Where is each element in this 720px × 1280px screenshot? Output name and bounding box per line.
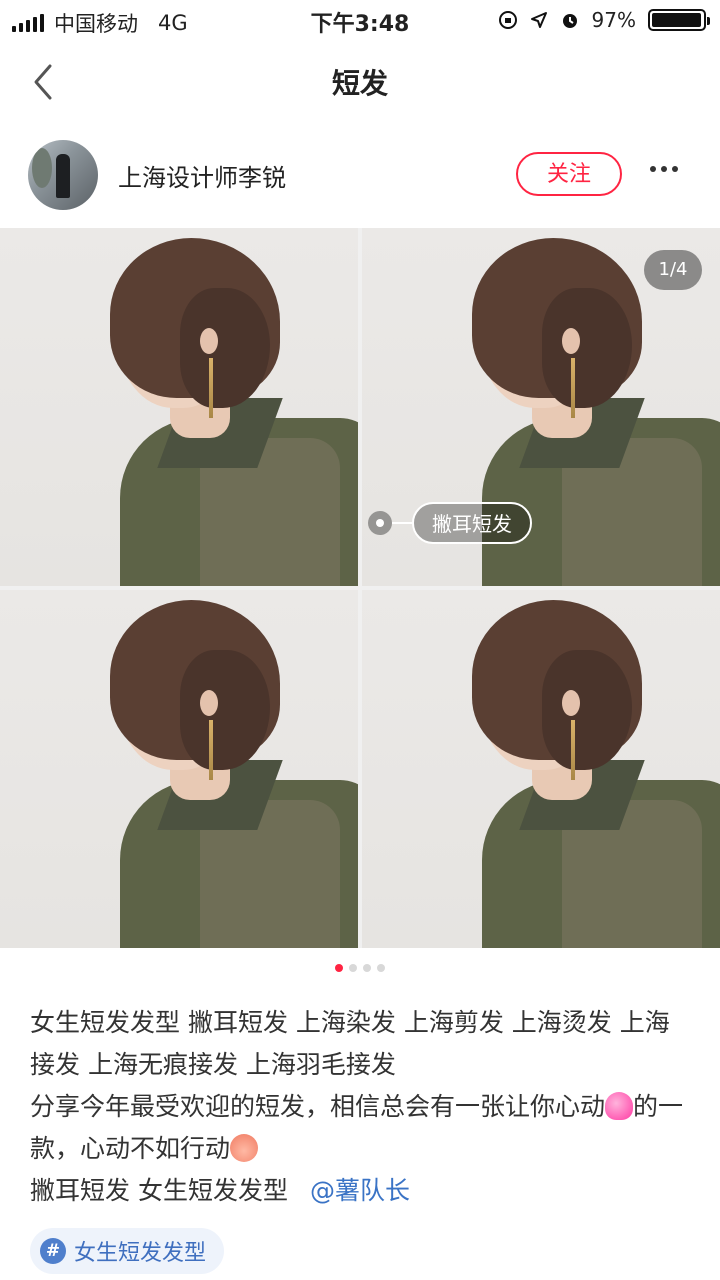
hashtag-line: 女生短发发型 撇耳短发 上海染发 上海剪发 上海烫发 上海接发 上海无痕接发 上…: [30, 1008, 670, 1079]
author-row: 上海设计师李锐 关注: [0, 124, 720, 228]
heart-emoji-icon: [605, 1092, 634, 1120]
nav-bar: 短发: [0, 40, 720, 125]
description-line: 分享今年最受欢迎的短发，相信总会有一张让你心动 的一款，心动不如行动: [30, 1092, 684, 1163]
rotation-lock-icon: [498, 11, 517, 29]
hashtag-icon: #: [40, 1238, 66, 1264]
tag-dot-icon: [368, 511, 392, 535]
page-dot: [363, 964, 371, 972]
alarm-icon: [562, 14, 577, 28]
photo-tile: [362, 590, 720, 948]
tag-label: 撇耳短发: [412, 502, 532, 544]
battery-percent: 97%: [591, 8, 636, 32]
avatar[interactable]: [28, 140, 98, 210]
topic-chip[interactable]: # 女生短发发型: [30, 1228, 225, 1274]
image-tag[interactable]: 撇耳短发: [368, 500, 532, 546]
photo-tile: [0, 228, 358, 586]
page-dot: [335, 964, 343, 972]
photo-gallery[interactable]: [0, 228, 720, 948]
photo-tile: [0, 590, 358, 948]
tags-line: 撇耳短发 女生短发发型 @薯队长: [30, 1176, 410, 1205]
location-icon: [530, 12, 547, 28]
page-title: 短发: [331, 67, 388, 100]
battery-icon: [648, 9, 710, 31]
page-dot: [377, 964, 385, 972]
note-content: 女生短发发型 撇耳短发 上海染发 上海剪发 上海烫发 上海接发 上海无痕接发 上…: [30, 1002, 690, 1212]
follow-button[interactable]: 关注: [516, 152, 622, 196]
blush-emoji-icon: [230, 1134, 259, 1162]
page-indicator: [0, 964, 720, 972]
status-right: 97%: [498, 8, 710, 32]
status-bar: 中国移动 4G 下午3:48 97%: [0, 0, 720, 40]
mention-link[interactable]: @薯队长: [310, 1176, 410, 1205]
page-dot: [349, 964, 357, 972]
author-name[interactable]: 上海设计师李锐: [118, 158, 286, 193]
image-counter: 1/4: [644, 250, 702, 290]
topic-label: 女生短发发型: [74, 1241, 207, 1266]
more-icon[interactable]: [650, 166, 678, 172]
battery-fill: [652, 13, 701, 27]
